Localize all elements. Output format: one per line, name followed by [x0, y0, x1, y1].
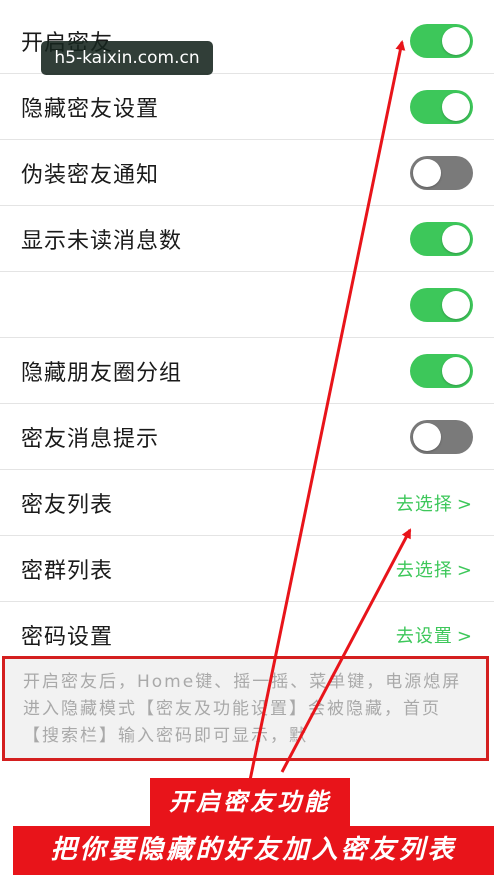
- annotation-arrows: [246, 40, 412, 791]
- arrow-to-friends-list: [280, 528, 412, 773]
- annotation-add-friends: 把你要隐藏的好友加入密友列表: [13, 826, 494, 875]
- arrow-to-enable-toggle: [246, 40, 406, 791]
- annotation-enable-feature: 开启密友功能: [150, 778, 350, 826]
